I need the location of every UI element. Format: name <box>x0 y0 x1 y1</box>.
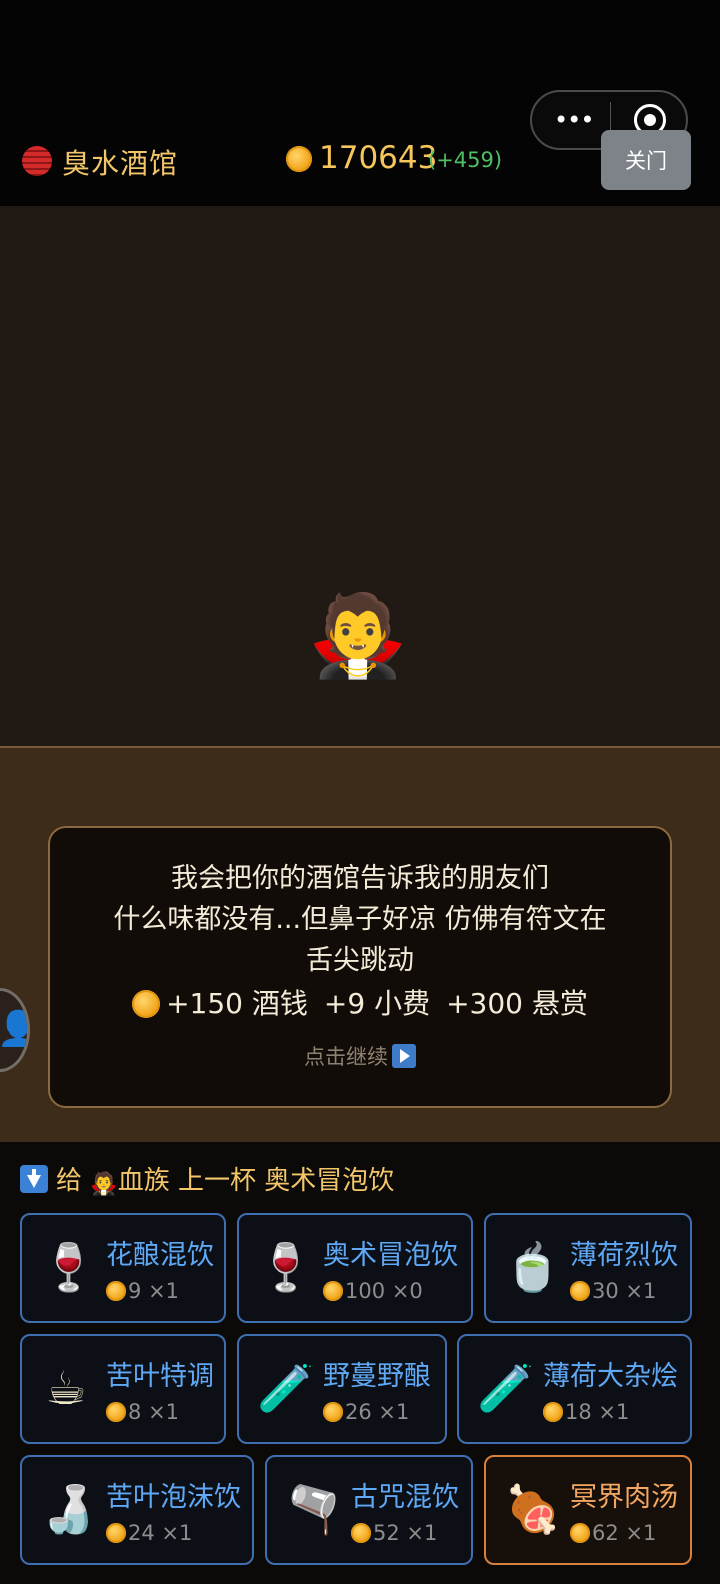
stock-qty: ×1 <box>598 1400 630 1424</box>
dialog-line-3: 舌尖跳动 <box>306 945 414 976</box>
coin-icon <box>323 1281 343 1301</box>
coin-icon <box>351 1523 371 1543</box>
vampire-icon: 🧛 <box>90 1172 118 1197</box>
cost-value: 62 <box>592 1521 619 1545</box>
drink-card-special[interactable]: 🍖 冥界肉汤 62 ×1 <box>484 1455 692 1565</box>
drink-name: 薄荷烈饮 <box>570 1240 678 1271</box>
play-icon <box>392 1044 416 1068</box>
cost-value: 26 <box>345 1400 372 1424</box>
coin-icon <box>570 1281 590 1301</box>
test-tube-icon: 🧪 <box>477 1361 535 1415</box>
reward-tip: +9 小费 <box>323 987 431 1020</box>
drink-card[interactable]: 🍷 花酿混饮 9 ×1 <box>20 1213 226 1323</box>
pouring-liquid-icon: 🫗 <box>285 1482 343 1536</box>
tavern-name: 臭水酒馆 <box>62 147 179 180</box>
drink-name: 苦叶泡沫饮 <box>106 1482 241 1513</box>
serve-instruction: 给 🧛血族 上一杯 奥术冒泡饮 <box>20 1160 394 1197</box>
cost-value: 8 <box>128 1400 142 1424</box>
hot-beverage-icon: ☕ <box>45 1361 87 1415</box>
dialog-line-2: 什么味都没有...但鼻子好凉 仿佛有符文在 <box>113 904 607 935</box>
drink-name: 冥界肉汤 <box>570 1482 678 1513</box>
more-icon[interactable]: ••• <box>554 108 594 132</box>
coin-icon <box>570 1523 590 1543</box>
cost-value: 100 <box>345 1279 386 1303</box>
cost-value: 18 <box>565 1400 592 1424</box>
continue-hint[interactable]: 点击继续 <box>50 1041 670 1071</box>
drink-name: 薄荷大杂烩 <box>543 1361 678 1392</box>
cost-value: 9 <box>128 1279 142 1303</box>
reward-drink-money: +150 酒钱 <box>166 987 308 1020</box>
continue-label: 点击继续 <box>304 1045 388 1069</box>
cost-value: 52 <box>373 1521 400 1545</box>
down-arrow-icon <box>20 1165 48 1193</box>
stock-qty: ×1 <box>378 1400 410 1424</box>
drink-cost: 9 ×1 <box>106 1279 179 1303</box>
drink-name: 花酿混饮 <box>106 1240 214 1271</box>
drink-card[interactable]: 🍶 苦叶泡沫饮 24 ×1 <box>20 1455 254 1565</box>
drink-cost: 100 ×0 <box>323 1279 423 1303</box>
coin-icon <box>543 1402 563 1422</box>
drink-card[interactable]: 🫗 古咒混饮 52 ×1 <box>265 1455 473 1565</box>
stock-qty: ×1 <box>148 1279 180 1303</box>
drink-card[interactable]: 🧪 薄荷大杂烩 18 ×1 <box>457 1334 692 1444</box>
cost-value: 30 <box>592 1279 619 1303</box>
gold-amount: 170643 <box>319 140 438 176</box>
drink-card[interactable]: 🧪 野蔓野酿 26 ×1 <box>237 1334 447 1444</box>
stock-qty: ×1 <box>625 1279 657 1303</box>
serve-target: 血族 <box>117 1166 170 1196</box>
coin-icon <box>106 1402 126 1422</box>
coin-icon <box>323 1402 343 1422</box>
serve-drink: 奥术冒泡饮 <box>264 1166 395 1196</box>
coin-icon <box>106 1281 126 1301</box>
drink-name: 野蔓野酿 <box>323 1361 431 1392</box>
drink-cost: 18 ×1 <box>543 1400 629 1424</box>
wine-glass-icon: 🍷 <box>257 1240 315 1294</box>
serve-action: 上一杯 <box>177 1166 256 1196</box>
drink-card[interactable]: 🍷 奥术冒泡饮 100 ×0 <box>237 1213 473 1323</box>
gold-delta: (+459) <box>428 148 503 172</box>
drink-cost: 30 ×1 <box>570 1279 656 1303</box>
meat-on-bone-icon: 🍖 <box>504 1482 562 1536</box>
reward-bounty: +300 悬赏 <box>446 987 588 1020</box>
coin-icon <box>106 1523 126 1543</box>
coin-icon <box>132 990 161 1018</box>
drink-cost: 24 ×1 <box>106 1521 192 1545</box>
drink-cost: 8 ×1 <box>106 1400 179 1424</box>
dialog-line-1: 我会把你的酒馆告诉我的朋友们 <box>171 863 549 894</box>
stock-qty: ×1 <box>406 1521 438 1545</box>
drink-name: 苦叶特调 <box>106 1361 214 1392</box>
dialog-box[interactable]: 我会把你的酒馆告诉我的朋友们 什么味都没有...但鼻子好凉 仿佛有符文在 舌尖跳… <box>48 826 672 1108</box>
vampire-npc-icon[interactable]: 🧛 <box>308 586 408 686</box>
reward-line: +150 酒钱 +9 小费 +300 悬赏 <box>50 981 670 1027</box>
stock-qty: ×0 <box>391 1279 423 1303</box>
cost-value: 24 <box>128 1521 155 1545</box>
drink-name: 古咒混饮 <box>351 1482 459 1513</box>
top-bar: 臭水酒馆 170643 (+459) ••• 关门 <box>0 0 720 206</box>
sake-icon: 🍶 <box>40 1482 98 1536</box>
green-tea-icon: 🍵 <box>504 1240 562 1294</box>
drink-cost: 62 ×1 <box>570 1521 656 1545</box>
coin-icon <box>286 146 312 172</box>
drink-name: 奥术冒泡饮 <box>323 1240 458 1271</box>
stock-qty: ×1 <box>161 1521 193 1545</box>
drink-card[interactable]: 🍵 薄荷烈饮 30 ×1 <box>484 1213 692 1323</box>
drink-cost: 52 ×1 <box>351 1521 437 1545</box>
test-tube-icon: 🧪 <box>257 1361 315 1415</box>
drink-card[interactable]: ☕ 苦叶特调 8 ×1 <box>20 1334 226 1444</box>
close-tavern-button[interactable]: 关门 <box>601 130 691 190</box>
serve-give: 给 <box>56 1166 83 1196</box>
lantern-icon <box>22 146 52 176</box>
drink-cost: 26 ×1 <box>323 1400 409 1424</box>
stock-qty: ×1 <box>625 1521 657 1545</box>
stock-qty: ×1 <box>148 1400 180 1424</box>
wine-glass-icon: 🍷 <box>40 1240 98 1294</box>
